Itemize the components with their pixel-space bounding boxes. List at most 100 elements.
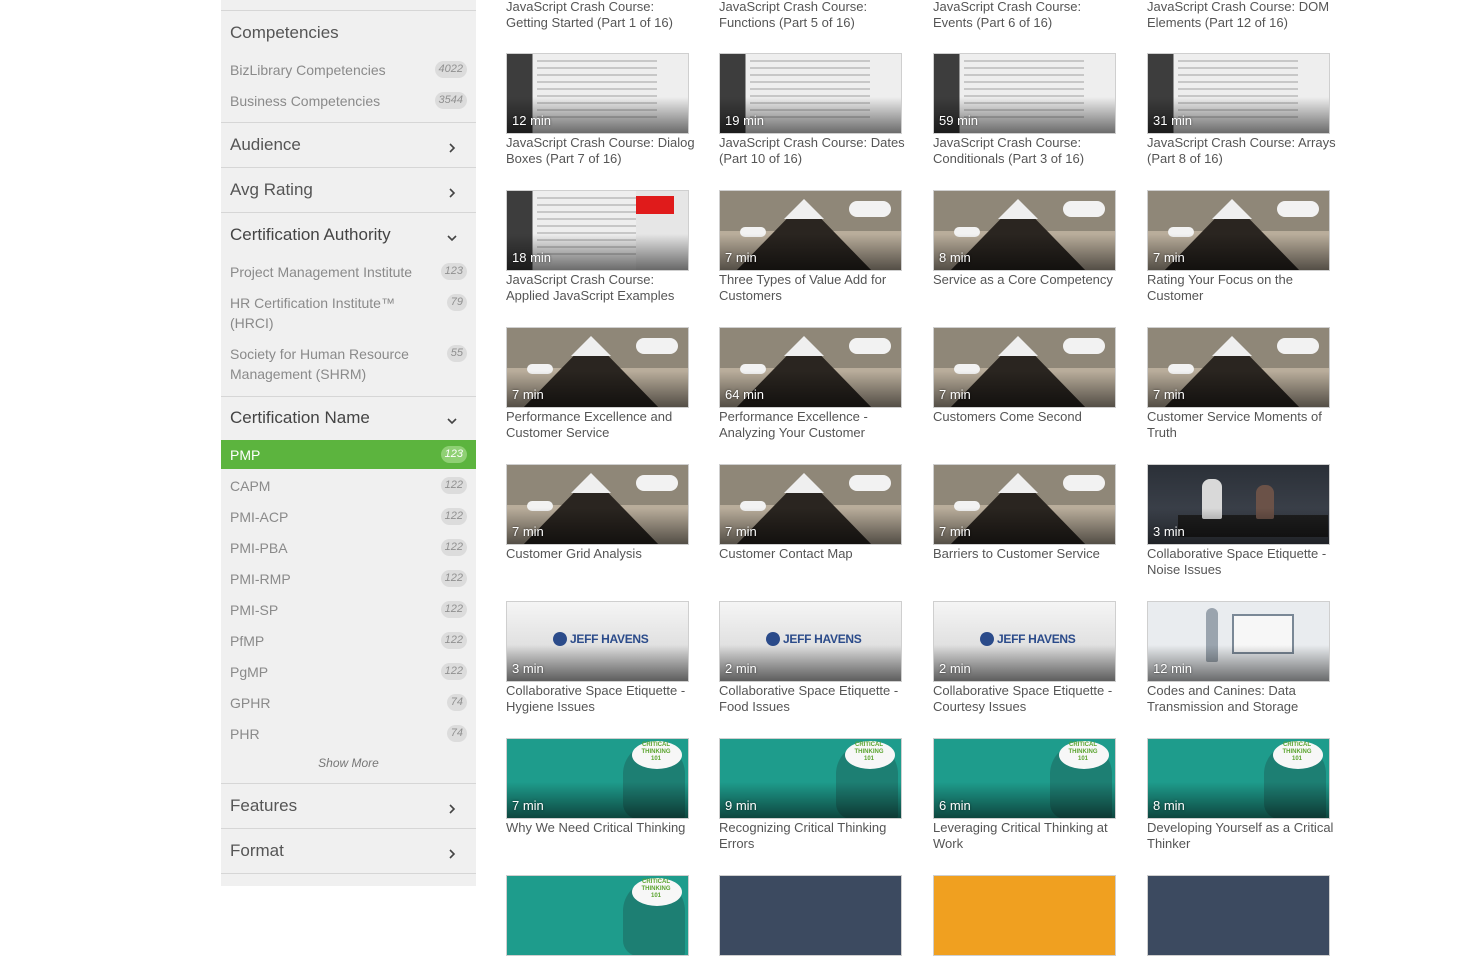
course-thumbnail[interactable]: 12 min xyxy=(506,53,689,134)
course-thumbnail[interactable] xyxy=(1147,875,1330,956)
course-title[interactable]: Performance Excellence and Customer Serv… xyxy=(506,409,696,441)
course-thumbnail[interactable] xyxy=(719,875,902,956)
section-title-certification-name[interactable]: Certification Name xyxy=(230,408,370,428)
course-title[interactable]: Performance Excellence - Analyzing Your … xyxy=(719,409,909,441)
filter-item-phr[interactable]: PHR 74 xyxy=(221,724,476,746)
filter-item-capm[interactable]: CAPM 122 xyxy=(221,476,476,498)
course-card[interactable]: 12 min JavaScript Crash Course: Dialog Bo… xyxy=(506,53,695,166)
section-title-features[interactable]: Features xyxy=(230,796,297,816)
course-title[interactable]: Collaborative Space Etiquette - Noise Is… xyxy=(1147,546,1337,578)
course-card[interactable]: 7 min Customers Come Second xyxy=(933,327,1117,424)
filter-item-pmp[interactable]: PMP 123 xyxy=(221,440,476,469)
course-thumbnail[interactable]: CRITICAL THINKING 101 6 min xyxy=(933,738,1116,819)
filter-item-bizlibrary-competencies[interactable]: BizLibrary Competencies 4022 xyxy=(221,60,476,82)
course-card[interactable]: 7 min Barriers to Customer Service xyxy=(933,464,1117,561)
course-thumbnail[interactable]: CRITICAL THINKING 101 8 min xyxy=(1147,738,1330,819)
course-title[interactable]: JavaScript Crash Course: Getting Started… xyxy=(506,0,691,31)
filter-item-pmi-pba[interactable]: PMI-PBA 122 xyxy=(221,538,476,560)
course-card[interactable]: 7 min Customer Service Moments of Truth xyxy=(1147,327,1331,440)
section-title-competencies[interactable]: Competencies xyxy=(230,23,339,43)
course-card[interactable]: CRITICAL THINKING 101 8 min Developing You… xyxy=(1147,738,1333,851)
course-title[interactable]: Collaborative Space Etiquette - Food Iss… xyxy=(719,683,909,715)
course-title[interactable]: JavaScript Crash Course: Conditionals (P… xyxy=(933,135,1123,167)
course-title[interactable]: Why We Need Critical Thinking xyxy=(506,820,696,836)
course-thumbnail[interactable]: 7 min xyxy=(933,327,1116,408)
course-card[interactable] xyxy=(719,875,903,956)
filter-item-gphr[interactable]: GPHR 74 xyxy=(221,693,476,715)
course-title[interactable]: Collaborative Space Etiquette - Hygiene … xyxy=(506,683,696,715)
filter-item-pmi-rmp[interactable]: PMI-RMP 122 xyxy=(221,569,476,591)
chevron-down-icon[interactable] xyxy=(447,416,457,426)
course-title[interactable]: Barriers to Customer Service xyxy=(933,546,1123,562)
filter-item-business-competencies[interactable]: Business Competencies 3544 xyxy=(221,91,476,113)
chevron-right-icon[interactable] xyxy=(447,804,457,814)
course-card[interactable]: 7 min Customer Grid Analysis xyxy=(506,464,690,561)
course-card[interactable]: CRITICAL THINKING 101 6 min Leveraging Cri… xyxy=(933,738,1117,851)
course-card[interactable]: 12 min Codes and Canines: Data Transmissi… xyxy=(1147,601,1331,714)
course-card[interactable]: CRITICAL THINKING 101 7 min Why We Need Cr… xyxy=(506,738,690,835)
course-title[interactable]: JavaScript Crash Course: Applied JavaScr… xyxy=(506,272,696,304)
course-card[interactable]: JEFF HAVENS 2 min Collaborative Space Etiq… xyxy=(719,601,903,714)
course-card[interactable]: 31 min JavaScript Crash Course: Arrays (P… xyxy=(1147,53,1336,166)
course-title[interactable]: Service as a Core Competency xyxy=(933,272,1123,288)
course-title[interactable]: Customer Grid Analysis xyxy=(506,546,696,562)
chevron-right-icon[interactable] xyxy=(447,143,457,153)
course-title[interactable]: Rating Your Focus on the Customer xyxy=(1147,272,1337,304)
course-title[interactable]: JavaScript Crash Course: Events (Part 6 … xyxy=(933,0,1118,31)
section-title-format[interactable]: Format xyxy=(230,841,284,861)
course-thumbnail[interactable]: 7 min xyxy=(933,464,1116,545)
course-title[interactable]: Leveraging Critical Thinking at Work xyxy=(933,820,1123,852)
filter-item-pfmp[interactable]: PfMP 122 xyxy=(221,631,476,653)
filter-item-pmi-acp[interactable]: PMI-ACP 122 xyxy=(221,507,476,529)
course-thumbnail[interactable] xyxy=(933,875,1116,956)
course-title[interactable]: Recognizing Critical Thinking Errors xyxy=(719,820,909,852)
course-card[interactable]: 19 min JavaScript Crash Course: Dates (Pa… xyxy=(719,53,905,166)
course-thumbnail[interactable]: CRITICAL THINKING 101 7 min xyxy=(506,738,689,819)
course-thumbnail[interactable]: 7 min xyxy=(1147,327,1330,408)
filter-item-pmi[interactable]: Project Management Institute 123 xyxy=(221,262,476,284)
course-thumbnail[interactable]: JEFF HAVENS 3 min xyxy=(506,601,689,682)
course-thumbnail[interactable]: JEFF HAVENS 2 min xyxy=(933,601,1116,682)
chevron-right-icon[interactable] xyxy=(447,188,457,198)
chevron-down-icon[interactable] xyxy=(447,233,457,243)
course-title[interactable]: Customer Contact Map xyxy=(719,546,909,562)
course-thumbnail[interactable]: CRITICAL THINKING 101 9 min xyxy=(719,738,902,819)
course-title[interactable]: Codes and Canines: Data Transmission and… xyxy=(1147,683,1337,715)
course-card[interactable]: JEFF HAVENS 2 min Collaborative Space Etiq… xyxy=(933,601,1117,714)
course-thumbnail[interactable]: 7 min xyxy=(1147,190,1330,271)
course-thumbnail[interactable]: 3 min xyxy=(1147,464,1330,545)
course-card[interactable]: 7 min Rating Your Focus on the Customer xyxy=(1147,190,1331,303)
course-thumbnail[interactable]: 7 min xyxy=(506,464,689,545)
course-card[interactable] xyxy=(1147,875,1331,956)
course-title[interactable]: Customer Service Moments of Truth xyxy=(1147,409,1337,441)
course-thumbnail[interactable]: 8 min xyxy=(933,190,1116,271)
filter-item-pgmp[interactable]: PgMP 122 xyxy=(221,662,476,684)
course-thumbnail[interactable]: 64 min xyxy=(719,327,902,408)
course-card[interactable]: CRITICAL THINKING 101 9 min Recognizing Cr… xyxy=(719,738,903,851)
course-thumbnail[interactable]: 31 min xyxy=(1147,53,1330,134)
course-thumbnail[interactable]: JEFF HAVENS 2 min xyxy=(719,601,902,682)
course-thumbnail[interactable]: 7 min xyxy=(506,327,689,408)
course-thumbnail[interactable]: 12 min xyxy=(1147,601,1330,682)
filter-item-pmi-sp[interactable]: PMI-SP 122 xyxy=(221,600,476,622)
filter-item-hrci[interactable]: HR Certification Institute™ (HRCI) 79 xyxy=(221,293,476,335)
course-title[interactable]: Collaborative Space Etiquette - Courtesy… xyxy=(933,683,1123,715)
course-title[interactable]: JavaScript Crash Course: Dates (Part 10 … xyxy=(719,135,909,167)
course-thumbnail[interactable]: 18 min xyxy=(506,190,689,271)
show-more-link[interactable]: Show More xyxy=(221,756,476,770)
course-card[interactable]: 8 min Service as a Core Competency xyxy=(933,190,1117,287)
course-card[interactable]: 7 min Customer Contact Map xyxy=(719,464,903,561)
course-title[interactable]: JavaScript Crash Course: DOM Elements (P… xyxy=(1147,0,1337,31)
section-title-avg-rating[interactable]: Avg Rating xyxy=(230,180,313,200)
course-card[interactable]: JEFF HAVENS 3 min Collaborative Space Etiq… xyxy=(506,601,690,714)
course-card[interactable]: 59 min JavaScript Crash Course: Condition… xyxy=(933,53,1117,166)
course-title[interactable]: JavaScript Crash Course: Dialog Boxes (P… xyxy=(506,135,696,167)
course-thumbnail[interactable]: 7 min xyxy=(719,190,902,271)
course-card[interactable]: CRITICAL THINKING 101 xyxy=(506,875,690,956)
course-thumbnail[interactable]: 59 min xyxy=(933,53,1116,134)
course-card[interactable]: 18 min JavaScript Crash Course: Applied J… xyxy=(506,190,690,303)
chevron-right-icon[interactable] xyxy=(447,849,457,859)
filter-item-shrm[interactable]: Society for Human Resource Management (S… xyxy=(221,344,476,386)
course-card[interactable]: 7 min Three Types of Value Add for Custom… xyxy=(719,190,903,303)
section-title-certification-authority[interactable]: Certification Authority xyxy=(230,225,391,245)
